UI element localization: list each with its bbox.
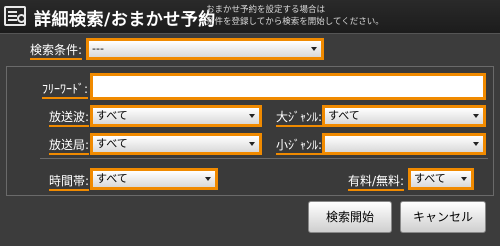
broadcast-wave-label: 放送波: — [49, 108, 90, 127]
chevron-down-icon — [249, 142, 255, 146]
search-list-icon — [4, 6, 26, 26]
paid-free-value: すべて — [414, 172, 446, 185]
minor-genre-label: 小ｼﾞｬﾝﾙ: — [276, 136, 323, 155]
major-genre-value: すべて — [328, 109, 360, 122]
chevron-down-icon — [473, 142, 479, 146]
chevron-down-icon — [249, 114, 255, 118]
search-start-button[interactable]: 検索開始 — [308, 201, 392, 233]
station-select[interactable]: すべて — [90, 133, 262, 155]
paid-free-select[interactable]: すべて — [408, 168, 474, 190]
chevron-down-icon — [473, 114, 479, 118]
chevron-down-icon — [461, 177, 467, 181]
title-note-line2: 条件を登録してから検索を開始してください。 — [206, 17, 384, 27]
minor-genre-select[interactable] — [322, 133, 486, 155]
paid-free-label: 有料/無料: — [348, 172, 405, 191]
search-condition-label: 検索条件: — [30, 41, 83, 60]
chevron-down-icon — [205, 177, 211, 181]
chevron-down-icon — [311, 47, 317, 51]
title-note-line1: おまかせ予約を設定する場合は — [206, 5, 326, 15]
search-condition-select[interactable]: --- — [86, 38, 324, 60]
major-genre-select[interactable]: すべて — [322, 105, 486, 127]
time-slot-select[interactable]: すべて — [90, 168, 218, 190]
station-label: 放送局: — [49, 136, 90, 155]
panel-divider — [40, 158, 488, 159]
time-slot-value: すべて — [96, 172, 128, 185]
title-note: おまかせ予約を設定する場合は 条件を登録してから検索を開始してください。 — [206, 4, 496, 28]
station-value: すべて — [96, 137, 128, 150]
free-word-label: ﾌﾘｰﾜｰﾄﾞ: — [42, 80, 89, 99]
broadcast-wave-select[interactable]: すべて — [90, 105, 262, 127]
major-genre-label: 大ｼﾞｬﾝﾙ: — [276, 108, 323, 127]
free-word-input[interactable] — [90, 73, 486, 100]
time-slot-label: 時間帯: — [49, 172, 90, 191]
cancel-button[interactable]: キャンセル — [400, 201, 486, 233]
broadcast-wave-value: すべて — [96, 109, 128, 122]
search-condition-value: --- — [92, 42, 104, 55]
window-title: 詳細検索/おまかせ予約 — [34, 10, 216, 30]
title-bar: 詳細検索/おまかせ予約 おまかせ予約を設定する場合は 条件を登録してから検索を開… — [0, 0, 500, 34]
